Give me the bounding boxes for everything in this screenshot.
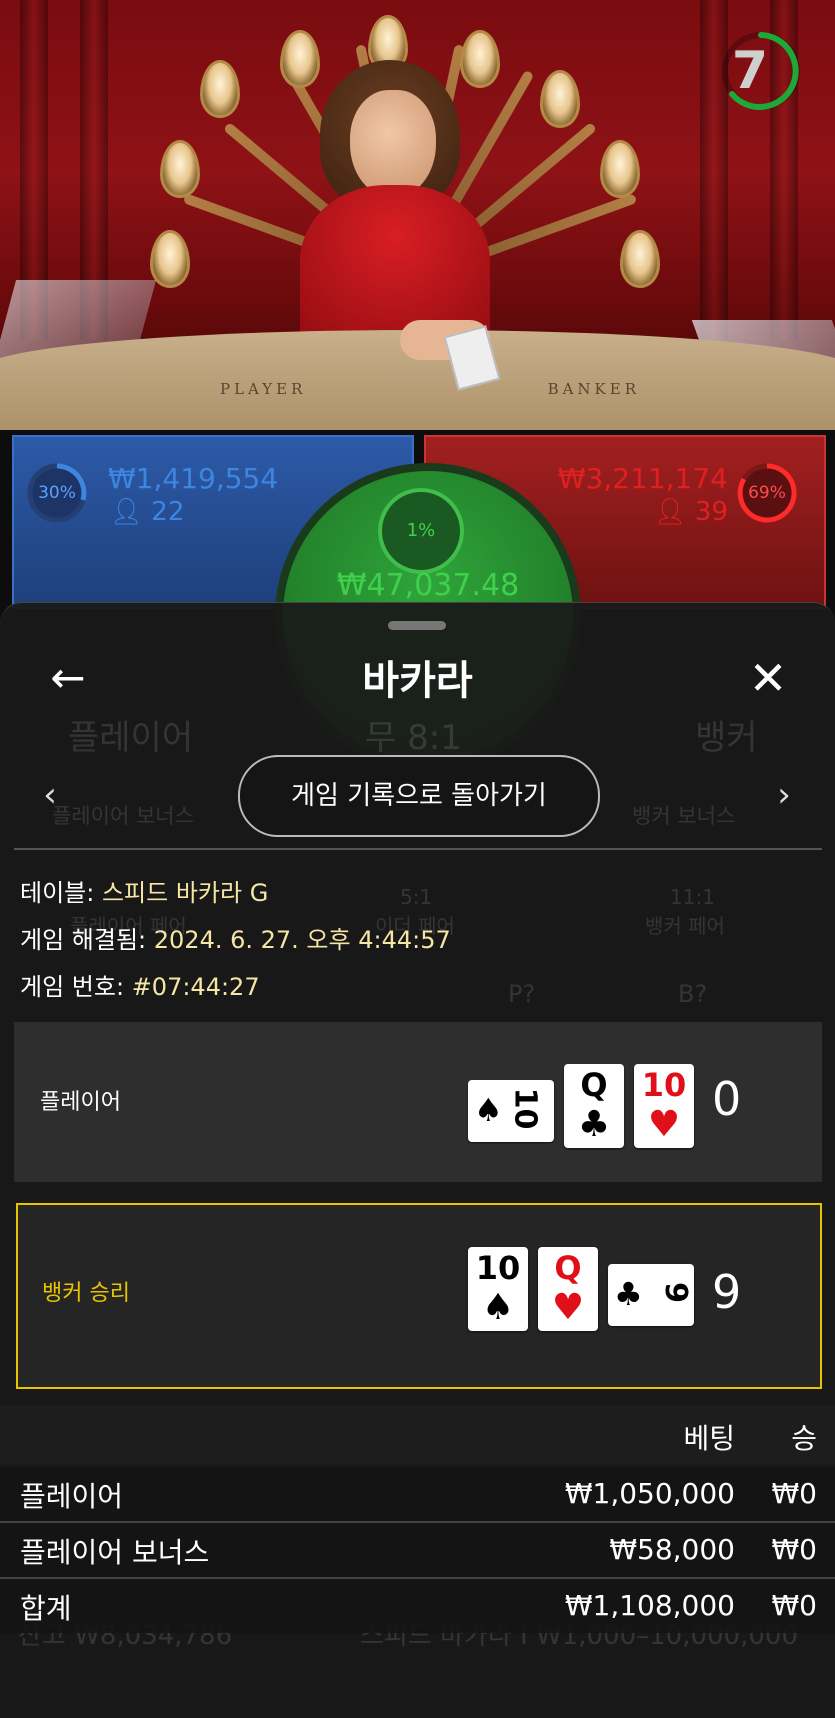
card-suit: ♠	[481, 1287, 515, 1328]
banker-count-value: 39	[694, 497, 728, 527]
sheet-title: 바카라	[362, 658, 473, 704]
countdown-timer: 7	[731, 41, 769, 101]
resolved-label: 게임 해결됨:	[20, 926, 147, 954]
bet-row-player: 플레이어 ₩1,050,000 ₩0	[0, 1467, 835, 1521]
bet-row-total: 합계 ₩1,108,000 ₩0	[0, 1579, 835, 1633]
arch-ornament	[160, 140, 200, 198]
playing-card: 10 ♥	[634, 1064, 694, 1148]
playing-card: Q ♣	[564, 1064, 624, 1148]
game-number-value: #07:44:27	[131, 973, 260, 1001]
bet-row-amount: ₩1,050,000	[564, 1477, 735, 1510]
card-rank: Q	[554, 1249, 582, 1287]
next-game-chevron-icon[interactable]: ›	[764, 770, 804, 820]
bet-row-player-bonus: 플레이어 보너스 ₩58,000 ₩0	[0, 1523, 835, 1577]
divider	[14, 848, 822, 850]
card-rank: Q	[580, 1066, 608, 1104]
person-icon: 👤︎	[653, 497, 687, 527]
card-rank: 10	[507, 1087, 543, 1130]
table-value: 스피드 바카라 G	[101, 879, 269, 907]
ghost-player: 플레이어	[68, 718, 194, 758]
win-column-header: 승	[791, 1422, 817, 1455]
ghost-b-label: B?	[678, 980, 708, 1008]
player-count: 👤︎ 22	[110, 497, 184, 527]
card-rank: 10	[641, 1066, 687, 1104]
banker-total-bet: ₩3,211,174	[557, 462, 728, 495]
playing-card: 10 ♠	[468, 1080, 554, 1142]
drag-handle[interactable]	[388, 621, 446, 630]
bet-row-win: ₩0	[771, 1589, 818, 1622]
banker-count: 👤︎ 39	[654, 497, 728, 527]
playing-card: 10 ♠	[468, 1247, 528, 1331]
resolved-info: 게임 해결됨: 2024. 6. 27. 오후 4:44:57	[20, 920, 451, 955]
bet-row-win: ₩0	[771, 1533, 818, 1566]
bet-row-label: 플레이어 보너스	[20, 1536, 210, 1569]
card-rank: 9	[658, 1282, 694, 1303]
playing-card: 9 ♣	[608, 1264, 694, 1326]
playing-card: Q ♥	[538, 1247, 598, 1331]
tie-percent: 1%	[406, 520, 436, 541]
person-icon: 👤︎	[110, 497, 144, 527]
arch-ornament	[620, 230, 660, 288]
table-markings: PLAYER BANKER	[220, 380, 640, 398]
game-number-label: 게임 번호:	[20, 973, 125, 1001]
arch-ornament	[200, 60, 240, 118]
prev-game-chevron-icon[interactable]: ‹	[30, 770, 70, 820]
arch-ornament	[540, 70, 580, 128]
banker-result-row: 뱅커 승리 9	[16, 1203, 822, 1389]
tie-total-bet: ₩47,037.48	[336, 568, 520, 603]
live-video: PLAYER BANKER	[0, 0, 835, 430]
card-suit: ♥	[551, 1287, 585, 1328]
card-suit: ♣	[577, 1104, 611, 1145]
player-score: 0	[712, 1072, 742, 1126]
ghost-tie: 무 8:1	[365, 718, 462, 758]
ghost-banker-pair: 뱅커 페어	[645, 914, 725, 938]
card-suit: ♠	[474, 1091, 503, 1129]
arch-ornament	[460, 30, 500, 88]
bet-row-amount: ₩58,000	[609, 1533, 735, 1566]
bet-row-win: ₩0	[771, 1477, 818, 1510]
bets-table-header: 베팅 승	[0, 1405, 835, 1465]
card-rank: 10	[475, 1249, 521, 1287]
ghost-pair-odds: 5:1	[400, 885, 433, 909]
ghost-player-bonus: 플레이어 보너스	[52, 804, 194, 828]
back-to-history-button[interactable]: 게임 기록으로 돌아가기	[238, 755, 600, 837]
player-total-bet: ₩1,419,554	[108, 462, 279, 495]
close-icon[interactable]: ✕	[740, 650, 796, 706]
arch-ornament	[600, 140, 640, 198]
player-result-label: 플레이어	[40, 1090, 121, 1115]
card-suit: ♥	[647, 1104, 681, 1145]
table-banker-text: BANKER	[547, 380, 640, 398]
ghost-p-label: P?	[508, 980, 536, 1008]
table-player-text: PLAYER	[220, 380, 307, 398]
table-info: 테이블: 스피드 바카라 G	[20, 873, 268, 908]
dealer-face	[350, 90, 436, 198]
table-label: 테이블:	[20, 879, 95, 907]
banker-percent: 69%	[748, 483, 786, 503]
banker-result-label: 뱅커 승리	[42, 1281, 130, 1306]
player-count-value: 22	[151, 497, 185, 527]
banker-score: 9	[712, 1265, 742, 1319]
bet-row-label: 플레이어	[20, 1480, 124, 1513]
ghost-banker: 뱅커	[695, 718, 758, 758]
card-suit: ♣	[614, 1275, 643, 1313]
arch-ornament	[280, 30, 320, 88]
player-percent: 30%	[38, 483, 76, 503]
ghost-banker-pair-odds: 11:1	[670, 885, 715, 909]
bet-row-label: 합계	[20, 1592, 72, 1625]
bet-column-header: 베팅	[683, 1422, 735, 1455]
bet-row-amount: ₩1,108,000	[564, 1589, 735, 1622]
game-number-info: 게임 번호: #07:44:27	[20, 967, 260, 1002]
player-result-row: 플레이어 0	[14, 1022, 822, 1182]
resolved-value: 2024. 6. 27. 오후 4:44:57	[153, 926, 451, 954]
ghost-banker-bonus: 뱅커 보너스	[632, 804, 736, 828]
